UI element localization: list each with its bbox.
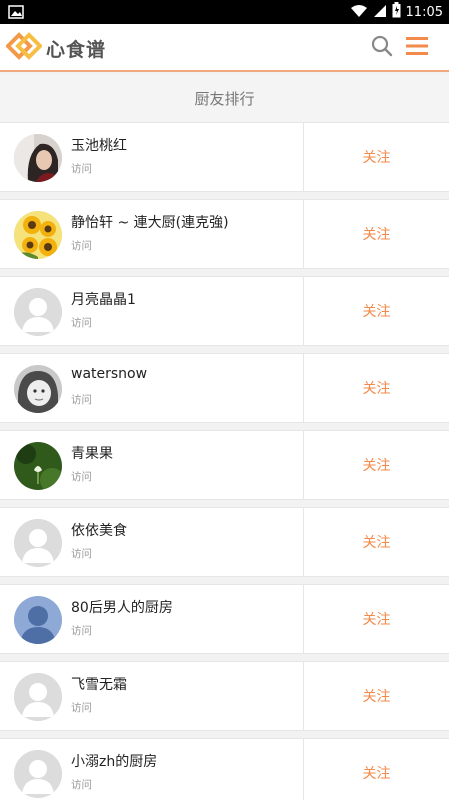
visit-link[interactable]: 访问 — [71, 238, 92, 253]
list-item[interactable]: 静怡轩 ~ 連大厨(連克強) 访问 关注 — [0, 199, 449, 269]
list-item[interactable]: 飞雪无霜 访问 关注 — [0, 661, 449, 731]
default-avatar-icon — [14, 673, 62, 721]
avatar[interactable] — [14, 211, 62, 259]
user-name: 青果果 — [71, 446, 113, 462]
follow-button[interactable]: 关注 — [304, 585, 449, 653]
avatar[interactable] — [14, 288, 62, 336]
default-avatar-icon — [14, 519, 62, 567]
menu-button[interactable] — [402, 34, 432, 62]
status-bar: 11:05 — [0, 0, 449, 24]
visit-link[interactable]: 访问 — [71, 777, 92, 792]
list-item[interactable]: 月亮晶晶1 访问 关注 — [0, 276, 449, 346]
list-item[interactable]: 80后男人的厨房 访问 关注 — [0, 584, 449, 654]
logo-icon — [5, 31, 43, 65]
default-avatar-icon — [14, 750, 62, 798]
list-item[interactable]: 玉池桃红 访问 关注 — [0, 122, 449, 192]
avatar[interactable] — [14, 750, 62, 798]
avatar[interactable] — [14, 365, 62, 413]
user-name: 月亮晶晶1 — [71, 292, 136, 308]
avatar[interactable] — [14, 134, 62, 182]
user-name: watersnow — [71, 366, 148, 382]
avatar[interactable] — [14, 519, 62, 567]
avatar[interactable] — [14, 596, 62, 644]
user-name: 依依美食 — [71, 523, 127, 539]
logo-text: 心食谱 — [46, 38, 107, 61]
search-icon — [371, 35, 393, 61]
avatar[interactable] — [14, 673, 62, 721]
follow-button[interactable]: 关注 — [304, 200, 449, 268]
battery-icon — [392, 2, 401, 22]
user-name: 飞雪无霜 — [71, 677, 127, 693]
follow-button[interactable]: 关注 — [304, 662, 449, 730]
avatar[interactable] — [14, 442, 62, 490]
menu-icon — [405, 36, 429, 60]
user-name: 玉池桃红 — [71, 138, 127, 154]
visit-link[interactable]: 访问 — [71, 623, 92, 638]
follow-button[interactable]: 关注 — [304, 123, 449, 191]
signal-icon — [373, 3, 387, 22]
user-name: 静怡轩 ~ 連大厨(連克強) — [71, 215, 229, 231]
follow-button[interactable]: 关注 — [304, 354, 449, 422]
visit-link[interactable]: 访问 — [71, 469, 92, 484]
list-item[interactable]: 依依美食 访问 关注 — [0, 507, 449, 577]
list-item[interactable]: 青果果 访问 关注 — [0, 430, 449, 500]
search-button[interactable] — [368, 34, 396, 62]
list-item[interactable]: watersnow 访问 关注 — [0, 353, 449, 423]
follow-button[interactable]: 关注 — [304, 431, 449, 499]
default-avatar-icon — [14, 288, 62, 336]
app-logo[interactable]: 心食谱 — [5, 31, 107, 65]
follow-button[interactable]: 关注 — [304, 739, 449, 800]
follow-button[interactable]: 关注 — [304, 277, 449, 345]
user-name: 小溺zh的厨房 — [71, 754, 158, 770]
visit-link[interactable]: 访问 — [71, 700, 92, 715]
user-name: 80后男人的厨房 — [71, 600, 173, 616]
clock: 11:05 — [405, 4, 443, 20]
page-title: 厨友排行 — [0, 74, 449, 122]
follow-button[interactable]: 关注 — [304, 508, 449, 576]
visit-link[interactable]: 访问 — [71, 161, 92, 176]
visit-link[interactable]: 访问 — [71, 315, 92, 330]
app-header: 心食谱 — [0, 24, 449, 72]
list-item[interactable]: 小溺zh的厨房 访问 关注 — [0, 738, 449, 800]
visit-link[interactable]: 访问 — [71, 546, 92, 561]
gallery-notification-icon — [8, 4, 24, 19]
visit-link[interactable]: 访问 — [71, 392, 92, 407]
wifi-icon — [350, 3, 368, 22]
